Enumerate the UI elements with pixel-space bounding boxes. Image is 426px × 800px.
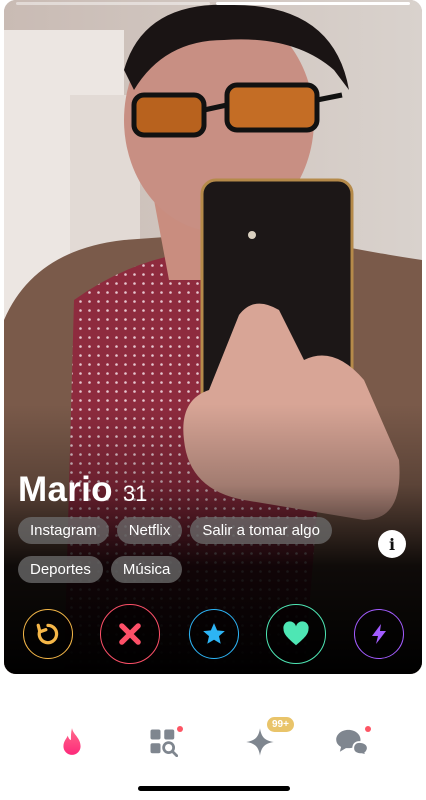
super-like-button[interactable] [189, 609, 239, 659]
heart-icon [283, 621, 309, 646]
nope-button[interactable] [100, 604, 160, 664]
interest-chip: Salir a tomar algo [190, 517, 332, 544]
interest-chip: Instagram [18, 517, 109, 544]
gold-sparkle-icon [246, 728, 274, 756]
chat-icon [336, 729, 369, 757]
likes-count-badge: 99+ [267, 717, 294, 732]
interest-chip: Netflix [116, 517, 183, 544]
x-icon [119, 623, 141, 645]
interest-chip: Deportes [18, 556, 103, 583]
flame-icon [63, 728, 81, 755]
star-icon [203, 623, 225, 644]
interest-chip: Música [110, 556, 183, 583]
notification-dot [177, 726, 183, 732]
like-button[interactable] [266, 604, 326, 664]
profile-card[interactable]: Mario 31 Instagram Netflix Salir a tomar… [4, 0, 422, 674]
profile-name: Mario [18, 470, 113, 509]
profile-name-row: Mario 31 [18, 470, 147, 510]
home-indicator [138, 786, 290, 791]
photo-progress-segment-active[interactable] [216, 2, 410, 5]
bottom-nav: 99+ [0, 706, 426, 776]
photo-progress-bar [16, 2, 410, 5]
profile-age: 31 [122, 481, 148, 506]
explore-icon [150, 729, 178, 757]
notification-dot [365, 726, 371, 732]
rewind-button[interactable] [23, 609, 73, 659]
lightning-icon [372, 624, 386, 644]
nav-explore[interactable] [145, 724, 183, 760]
boost-button[interactable] [354, 609, 404, 659]
chip-row: Deportes Música [18, 556, 358, 583]
interest-chips: Instagram Netflix Salir a tomar algo Dep… [18, 517, 358, 595]
profile-info-button[interactable]: i [378, 530, 406, 558]
rewind-icon [36, 623, 59, 645]
nav-discover[interactable] [54, 724, 90, 760]
action-bar [4, 602, 422, 664]
photo-progress-segment[interactable] [16, 2, 210, 5]
chip-row: Instagram Netflix Salir a tomar algo [18, 517, 358, 544]
nav-chat[interactable] [334, 724, 371, 760]
